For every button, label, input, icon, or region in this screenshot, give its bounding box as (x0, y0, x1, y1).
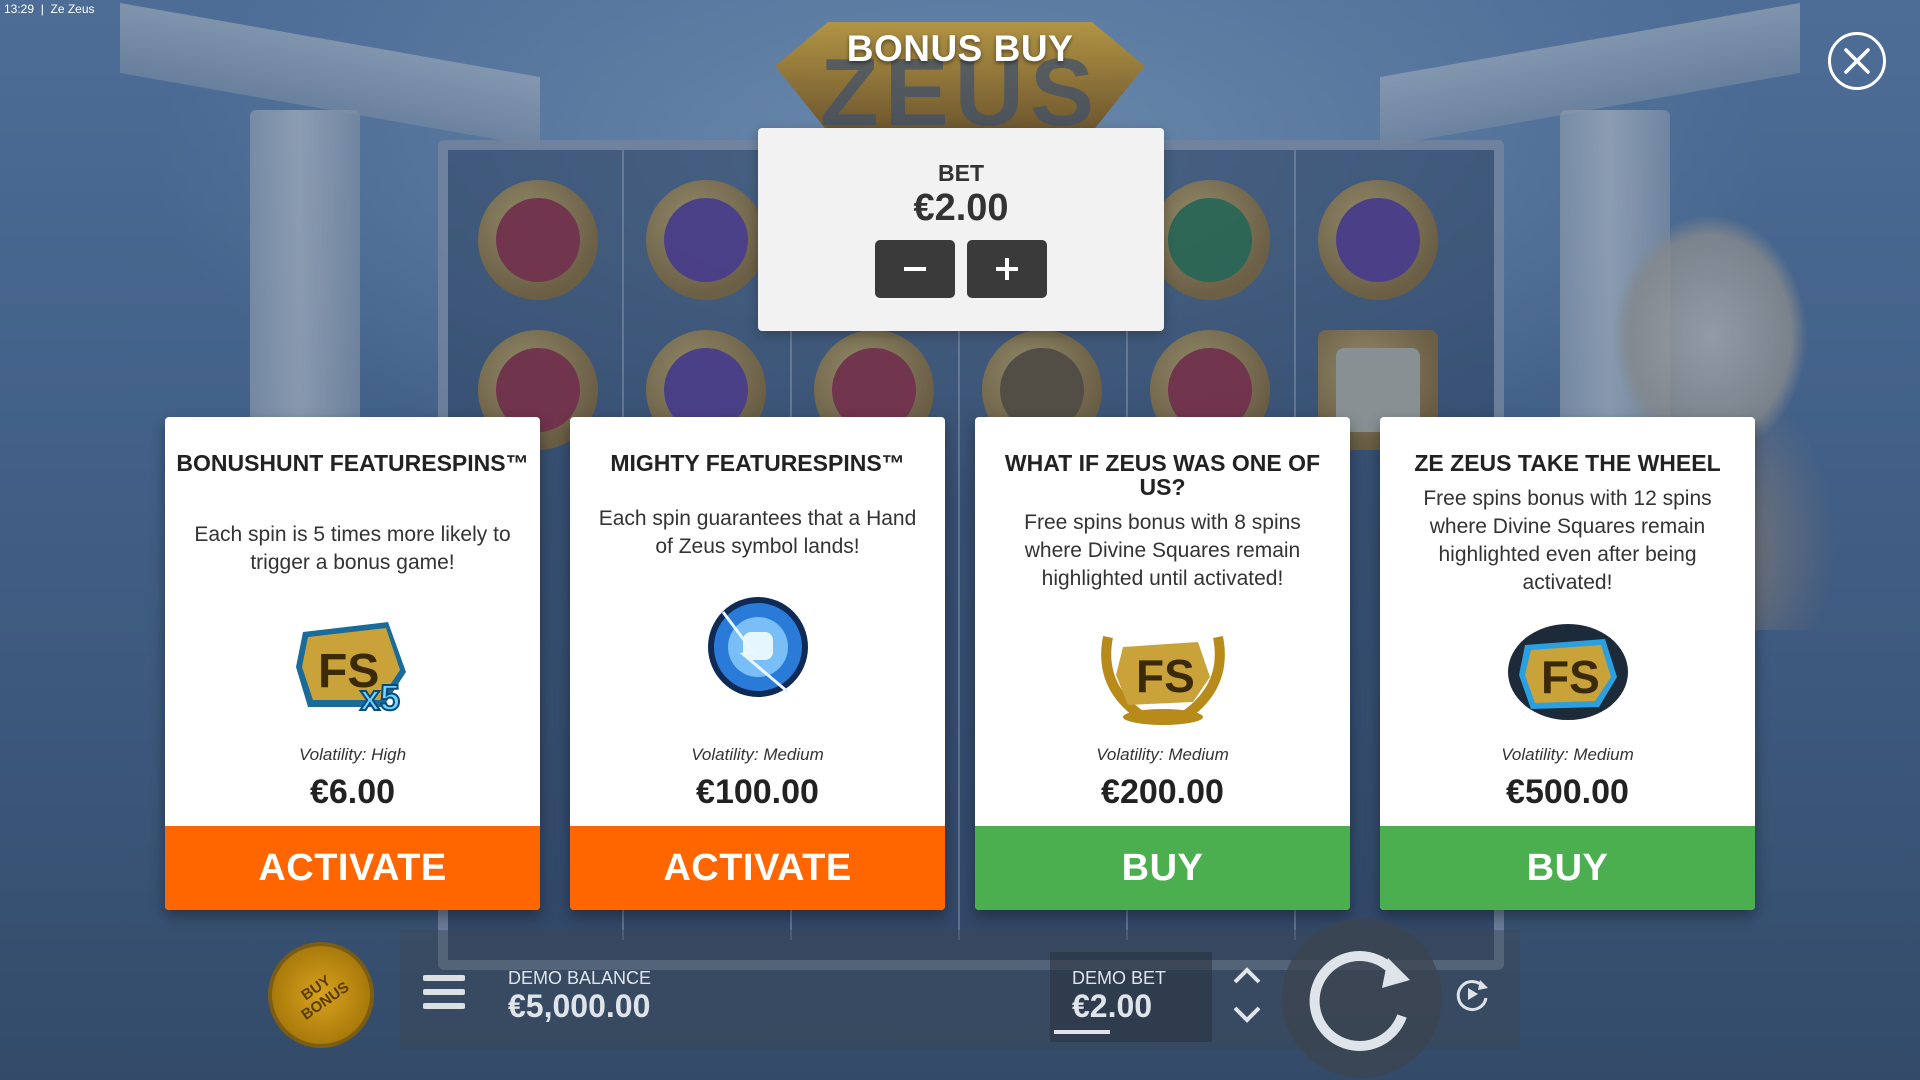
bet-increase-button[interactable] (967, 240, 1047, 298)
card-description: Each spin guarantees that a Hand of Zeus… (598, 507, 917, 558)
bet-decrease-button[interactable] (875, 240, 955, 298)
demo-bet-label: DEMO BET (1072, 968, 1167, 988)
bet-controls (758, 240, 1164, 298)
close-icon (1844, 48, 1870, 74)
window-title: Ze Zeus (50, 2, 95, 16)
fs-laurel-icon: FS (1100, 636, 1225, 725)
buy-button[interactable]: BUY (1380, 826, 1755, 910)
autoplay-icon[interactable] (1452, 974, 1492, 1014)
bonus-card-mighty: MIGHTY FEATURESPINS™ Each spin guarantee… (570, 417, 945, 910)
card-price: €500.00 (1506, 773, 1629, 811)
bet-value: €2.00 (913, 187, 1009, 229)
card-description: Free spins bonus with 12 spins where Div… (1423, 487, 1712, 594)
svg-text:FS: FS (1541, 651, 1600, 703)
card-description: Each spin is 5 times more likely to trig… (194, 523, 511, 574)
plus-icon (996, 258, 1018, 280)
demo-bet-value: €2.00 (1072, 988, 1153, 1024)
card-description: Free spins bonus with 8 spins where Divi… (1024, 511, 1301, 590)
fs-x5-icon: FS x5 (295, 622, 406, 719)
menu-icon[interactable] (423, 975, 465, 1011)
spin-icon (1309, 950, 1410, 1051)
card-volatility: Volatility: High (298, 745, 407, 764)
card-volatility: Volatility: Medium (1501, 745, 1634, 764)
svg-text:x5: x5 (360, 677, 400, 718)
buy-bonus-label: BUY BONUS (298, 971, 353, 1024)
demo-balance-label: DEMO BALANCE (508, 968, 652, 988)
buy-bonus-button[interactable]: BUY BONUS (268, 942, 374, 1048)
bonus-card-bonushunt: BONUSHUNT FEATURESPINS™ Each spin is 5 t… (165, 417, 540, 910)
modal-title: BONUS BUY (846, 28, 1074, 69)
close-button[interactable] (1828, 32, 1886, 90)
bonus-card-what-if-zeus: WHAT IF ZEUS WAS ONE OF US? Free spins b… (975, 417, 1350, 910)
card-title: ZE ZEUS TAKE THE WHEEL (1414, 450, 1721, 476)
card-title: MIGHTY FEATURESPINS™ (610, 450, 905, 476)
card-volatility: Volatility: Medium (1096, 745, 1229, 764)
card-title: BONUSHUNT FEATURESPINS™ (176, 450, 529, 476)
bet-up-down-icon[interactable] (1230, 960, 1264, 1030)
card-title: WHAT IF ZEUS WAS ONE OF US? (1004, 450, 1321, 500)
spin-button[interactable] (1282, 918, 1442, 1078)
buy-button[interactable]: BUY (975, 826, 1350, 910)
activate-button[interactable]: ACTIVATE (570, 826, 945, 910)
svg-text:FS: FS (1136, 650, 1195, 702)
bet-label: BET (938, 160, 984, 186)
card-price: €6.00 (309, 773, 396, 811)
fs-lightning-icon: FS (1507, 624, 1628, 720)
hand-of-zeus-icon (707, 597, 808, 697)
card-volatility: Volatility: Medium (691, 745, 824, 764)
bet-panel: BET €2.00 (758, 128, 1164, 331)
activate-button[interactable]: ACTIVATE (165, 826, 540, 910)
demo-balance-value: €5,000.00 (508, 988, 651, 1024)
minus-icon (904, 267, 926, 271)
demo-bet-underline (1054, 1030, 1110, 1034)
card-price: €200.00 (1101, 773, 1224, 811)
bonus-card-take-the-wheel: ZE ZEUS TAKE THE WHEEL Free spins bonus … (1380, 417, 1755, 910)
window-title-bar: 13:29 | Ze Zeus (4, 2, 95, 16)
card-price: €100.00 (696, 773, 819, 811)
clock: 13:29 (4, 2, 35, 16)
